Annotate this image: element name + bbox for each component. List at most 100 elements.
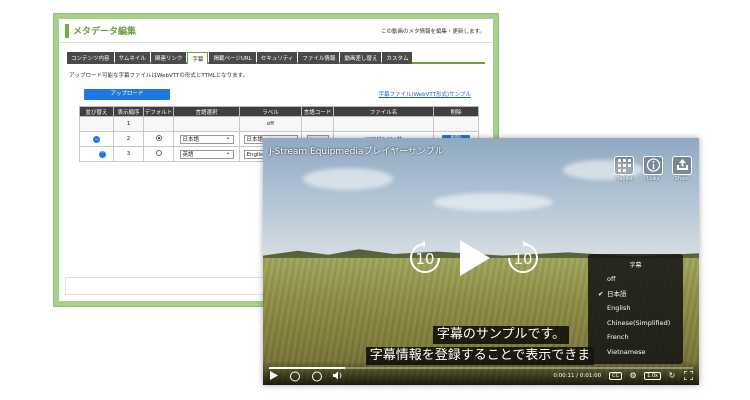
playlist-icon <box>614 156 634 175</box>
rewind-10-button[interactable] <box>289 371 301 382</box>
default-cell <box>143 116 174 132</box>
col-filename: ファイル名 <box>333 106 434 117</box>
forward-10-button[interactable] <box>311 371 323 382</box>
label-cell: off <box>239 116 302 132</box>
default-radio[interactable] <box>155 150 162 156</box>
menu-item-label: English <box>607 304 631 312</box>
subtitle-line-1: 字幕のサンプルです。 <box>432 326 570 344</box>
subtitle-menu-title: 字幕 <box>629 262 642 269</box>
tab-contents[interactable]: コンテンツ内容 <box>67 52 114 64</box>
menu-item-label: 日本語 <box>607 289 627 298</box>
share-icon <box>672 156 692 175</box>
control-bar-left <box>269 371 343 382</box>
video-cloud <box>433 193 553 211</box>
play-icon <box>270 371 278 380</box>
progress-bar[interactable] <box>269 367 693 369</box>
page-note: この動画のメタ情報を編集・更新します。 <box>381 29 485 35</box>
menu-item-label: Chinese(Simplified) <box>607 318 671 327</box>
col-delete: 削除 <box>433 106 479 117</box>
playlist-label: Playlist <box>615 176 633 182</box>
menu-item-english[interactable]: English <box>588 301 683 316</box>
menu-item-label: French <box>607 333 629 341</box>
language-cell <box>173 116 240 132</box>
order-cell: 2 <box>113 131 144 147</box>
player-top-icons: Playlist Links Share <box>613 156 693 182</box>
col-label: ラベル <box>239 106 302 117</box>
default-radio[interactable] <box>155 135 162 141</box>
settings-gear-icon[interactable]: ⚙ <box>628 371 638 381</box>
video-player[interactable]: J-Stream Equipmediaプレイヤーサンプル Playlist Li… <box>263 138 699 385</box>
reorder-cell <box>79 116 114 132</box>
file-cell <box>333 116 434 132</box>
volume-button[interactable] <box>333 371 343 381</box>
share-label: Share <box>674 176 690 182</box>
table-header-row: 並び替え 表示順序 デフォルト 言語選択 ラベル 言語コード ファイル名 削除 <box>79 106 479 117</box>
fullscreen-icon <box>682 370 694 381</box>
skip-back-button[interactable]: 10 <box>408 241 442 275</box>
col-order: 表示順序 <box>113 106 144 117</box>
playback-speed-button[interactable]: 1.0x <box>644 372 661 380</box>
play-pause-button[interactable] <box>269 371 279 381</box>
col-language: 言語選択 <box>173 106 240 117</box>
col-reorder: 並び替え <box>79 106 114 117</box>
tab-subtitles[interactable]: 字幕 <box>187 52 209 64</box>
move-up-icon[interactable]: ⌃ <box>99 150 106 158</box>
center-controls: 10 10 <box>408 238 540 278</box>
subtitle-description: アップロード可能な字幕ファイルはWebVTTの形式とTTMLとなります。 <box>69 73 249 79</box>
upload-button[interactable]: アップロード <box>84 89 170 100</box>
language-select[interactable]: 英語 <box>179 149 234 159</box>
tab-related-links[interactable]: 関連リンク <box>150 52 187 64</box>
forward-icon <box>312 371 322 382</box>
move-down-icon[interactable]: ⌄ <box>93 135 100 143</box>
menu-item-french[interactable]: French <box>588 330 683 345</box>
tab-security[interactable]: セキュリティ <box>256 52 298 64</box>
play-icon <box>460 240 490 276</box>
order-cell: 3 <box>113 146 144 162</box>
tab-page-url[interactable]: 掲載ページURL <box>209 52 256 64</box>
progress-fill <box>269 367 346 369</box>
captions-button[interactable]: CC <box>609 372 623 380</box>
col-default: デフォルト <box>143 106 174 117</box>
editor-title-bar: メタデータ編集 この動画のメタ情報を編集・更新します。 <box>59 19 493 43</box>
skip-forward-seconds: 10 <box>513 250 533 268</box>
tab-thumbnail[interactable]: サムネイル <box>114 52 150 64</box>
menu-item-japanese[interactable]: ✔ 日本語 <box>588 287 683 302</box>
menu-item-label: off <box>607 275 616 283</box>
loop-icon[interactable]: ↻ <box>667 371 677 381</box>
tab-custom[interactable]: カスタム <box>382 52 413 64</box>
rewind-icon <box>290 371 300 382</box>
reorder-cell: ⌃ <box>79 146 114 162</box>
tab-replace-video[interactable]: 動画差し替え <box>340 52 382 64</box>
links-label: Links <box>646 176 660 182</box>
tab-file-info[interactable]: ファイル情報 <box>298 52 340 64</box>
menu-item-chinese[interactable]: Chinese(Simplified) <box>588 316 683 331</box>
video-cloud <box>303 168 393 190</box>
page-title: メタデータ編集 <box>73 27 137 37</box>
code-cell <box>301 116 334 132</box>
editor-tabs: コンテンツ内容 サムネイル 関連リンク 字幕 掲載ページURL セキュリティ フ… <box>67 52 485 64</box>
playlist-button[interactable]: Playlist <box>613 156 635 182</box>
default-cell <box>143 146 174 162</box>
skip-back-seconds: 10 <box>415 250 435 268</box>
check-icon: ✔ <box>598 289 604 298</box>
table-row: 1 off <box>79 116 479 132</box>
volume-icon <box>333 371 342 380</box>
control-bar: 0:00:11 / 0:01:00 CC ⚙ 1.0x ↻ <box>263 361 699 385</box>
reorder-cell: ⌄ <box>79 131 114 147</box>
order-cell: 1 <box>113 116 144 132</box>
play-button[interactable] <box>456 238 492 278</box>
share-button[interactable]: Share <box>671 156 693 182</box>
title-accent <box>65 24 69 38</box>
menu-item-off[interactable]: off <box>588 272 683 287</box>
default-cell <box>143 131 174 147</box>
links-button[interactable]: Links <box>642 156 664 182</box>
menu-item-vietnamese[interactable]: Vietnamese <box>588 345 683 360</box>
fullscreen-button[interactable] <box>682 370 694 381</box>
language-select[interactable]: 日本語 <box>179 134 234 144</box>
menu-item-label: Vietnamese <box>607 347 646 356</box>
skip-forward-button[interactable]: 10 <box>506 241 540 275</box>
delete-cell <box>433 116 479 132</box>
control-bar-right: 0:00:11 / 0:01:00 CC ⚙ 1.0x ↻ <box>553 370 694 381</box>
subtitle-menu: 字幕 off ✔ 日本語 English Chinese(Simplified) … <box>588 254 683 364</box>
sample-file-link[interactable]: 字幕ファイル(WebVTT形式)サンプル <box>378 90 471 98</box>
